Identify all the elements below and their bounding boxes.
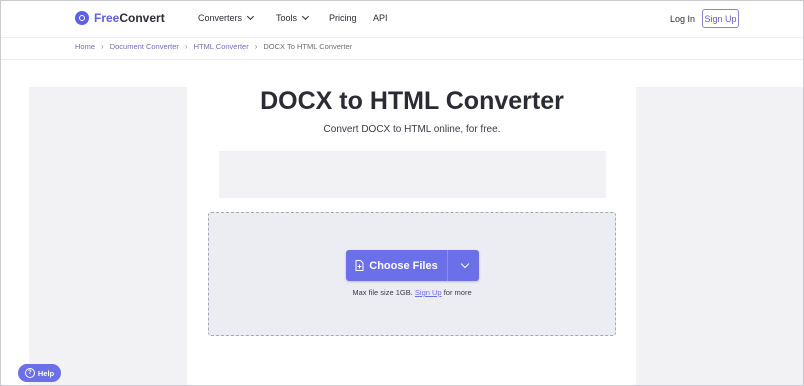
nav-tools-label: Tools: [276, 13, 298, 23]
ad-banner-placeholder: [219, 151, 606, 198]
file-icon: [355, 260, 364, 271]
breadcrumb-html-converter[interactable]: HTML Converter: [194, 42, 249, 51]
max-file-size-note: Max file size 1GB. Sign Up for more: [208, 288, 616, 297]
breadcrumb-current: DOCX To HTML Converter: [263, 42, 353, 51]
freeconvert-logo[interactable]: FreeConvert: [75, 11, 165, 25]
chevron-right-icon: ›: [184, 42, 188, 51]
browser-viewport: FreeConvert Converters Tools Pricing API…: [0, 0, 804, 386]
choose-files-button[interactable]: Choose Files: [346, 250, 448, 281]
nav-converters[interactable]: Converters: [198, 12, 255, 23]
nav-api[interactable]: API: [373, 13, 388, 23]
breadcrumb: Home › Document Converter › HTML Convert…: [75, 42, 352, 51]
nav-api-label: API: [373, 13, 388, 23]
logo-icon: [75, 11, 89, 25]
page-title: DOCX to HTML Converter: [260, 87, 564, 115]
choose-files-button-group: Choose Files: [346, 250, 479, 281]
chevron-down-icon: [460, 259, 470, 269]
chevron-right-icon: ›: [254, 42, 258, 51]
nav-converters-label: Converters: [198, 13, 243, 23]
top-navigation-bar: FreeConvert Converters Tools Pricing API…: [1, 1, 803, 38]
nav-pricing-label: Pricing: [329, 13, 357, 23]
signup-link[interactable]: Sign Up: [415, 288, 442, 297]
right-ad-panel: [636, 87, 803, 385]
question-icon: ?: [24, 368, 35, 378]
login-link[interactable]: Log In: [670, 14, 695, 24]
left-ad-panel: [29, 87, 187, 385]
chevron-down-icon: [301, 12, 310, 21]
help-button[interactable]: ? Help: [18, 364, 61, 382]
chevron-right-icon: ›: [101, 42, 104, 51]
breadcrumb-document-converter[interactable]: Document Converter: [110, 42, 179, 51]
max-size-text: Max file size 1GB.: [352, 288, 413, 297]
choose-files-label: Choose Files: [369, 259, 438, 272]
breadcrumb-home[interactable]: Home: [75, 42, 95, 51]
help-label: Help: [37, 368, 55, 378]
nav-tools[interactable]: Tools: [276, 12, 310, 23]
nav-pricing[interactable]: Pricing: [329, 13, 357, 23]
signup-button[interactable]: Sign Up: [702, 9, 739, 28]
page-subtitle: Convert DOCX to HTML online, for free.: [323, 124, 501, 135]
header-divider: [1, 59, 803, 60]
upload-source-dropdown-button[interactable]: [448, 250, 479, 281]
logo-text: FreeConvert: [94, 11, 165, 25]
chevron-down-icon: [246, 12, 255, 21]
max-size-suffix: for more: [443, 288, 472, 297]
